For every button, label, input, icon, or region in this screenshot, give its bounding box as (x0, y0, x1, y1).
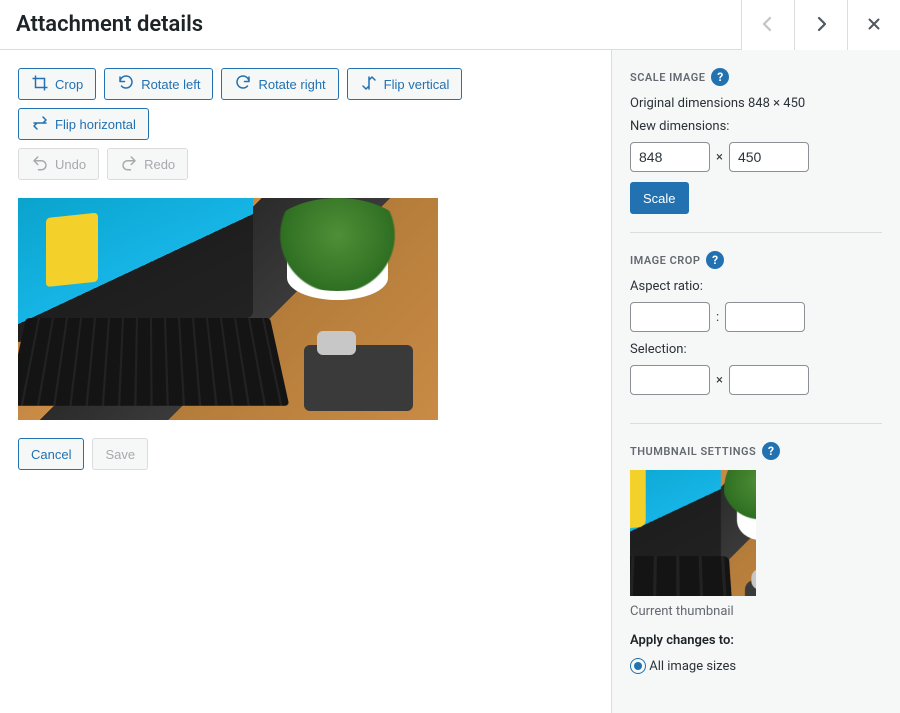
crop-section: IMAGE CROP ? Aspect ratio: : Selection: … (630, 251, 882, 424)
flip-horizontal-button[interactable]: Flip horizontal (18, 108, 149, 140)
editor-main: Crop Rotate left Rotate right Flip verti… (0, 50, 611, 713)
times-separator-2: × (716, 373, 723, 388)
scale-inputs: × (630, 142, 882, 172)
thumbnail-help-icon[interactable]: ? (762, 442, 780, 460)
apply-all-option[interactable]: All image sizes (630, 658, 882, 674)
dialog-header: Attachment details (0, 0, 900, 50)
rotate-right-icon (234, 74, 252, 95)
thumbnail-caption: Current thumbnail (630, 604, 882, 619)
close-icon (865, 15, 883, 36)
original-dimensions: Original dimensions 848 × 450 (630, 96, 882, 111)
flip-horizontal-icon (31, 114, 49, 135)
flip-vertical-icon (360, 74, 378, 95)
chevron-right-icon (811, 14, 831, 37)
undo-label: Undo (55, 157, 86, 172)
history-toolbar: Undo Redo (18, 148, 593, 180)
scale-heading: SCALE IMAGE (630, 71, 705, 84)
selection-inputs: × (630, 365, 882, 395)
scale-help-icon[interactable]: ? (711, 68, 729, 86)
header-nav (741, 0, 900, 49)
editor-actions: Cancel Save (18, 438, 593, 470)
flip-vertical-button[interactable]: Flip vertical (347, 68, 463, 100)
rotate-left-label: Rotate left (141, 77, 200, 92)
aspect-ratio-label: Aspect ratio: (630, 279, 882, 294)
image-preview[interactable] (18, 198, 438, 420)
colon-separator: : (716, 310, 719, 325)
apply-changes-label: Apply changes to: (630, 633, 882, 648)
redo-button: Redo (107, 148, 188, 180)
crop-label: Crop (55, 77, 83, 92)
cancel-button[interactable]: Cancel (18, 438, 84, 470)
crop-help-icon[interactable]: ? (706, 251, 724, 269)
edit-toolbar: Crop Rotate left Rotate right Flip verti… (18, 68, 593, 140)
redo-icon (120, 154, 138, 175)
rotate-right-label: Rotate right (258, 77, 325, 92)
image-placeholder (18, 198, 438, 420)
new-dimensions-label: New dimensions: (630, 119, 882, 134)
chevron-left-icon (758, 14, 778, 37)
flip-vertical-label: Flip vertical (384, 77, 450, 92)
next-button[interactable] (794, 0, 847, 50)
selection-width-input[interactable] (630, 365, 710, 395)
rotate-right-button[interactable]: Rotate right (221, 68, 338, 100)
scale-section: SCALE IMAGE ? Original dimensions 848 × … (630, 68, 882, 233)
dialog-title: Attachment details (0, 12, 203, 37)
apply-all-radio[interactable] (630, 658, 646, 674)
close-button[interactable] (847, 0, 900, 50)
redo-label: Redo (144, 157, 175, 172)
crop-icon (31, 74, 49, 95)
prev-button (741, 0, 794, 50)
aspect-inputs: : (630, 302, 882, 332)
crop-button[interactable]: Crop (18, 68, 96, 100)
apply-all-label: All image sizes (649, 659, 736, 674)
undo-button: Undo (18, 148, 99, 180)
scale-width-input[interactable] (630, 142, 710, 172)
crop-heading: IMAGE CROP (630, 254, 700, 267)
sidebar: SCALE IMAGE ? Original dimensions 848 × … (611, 50, 900, 713)
scale-height-input[interactable] (729, 142, 809, 172)
flip-horizontal-label: Flip horizontal (55, 117, 136, 132)
rotate-left-button[interactable]: Rotate left (104, 68, 213, 100)
aspect-width-input[interactable] (630, 302, 710, 332)
thumbnail-preview (630, 470, 756, 596)
scale-button[interactable]: Scale (630, 182, 689, 214)
rotate-left-icon (117, 74, 135, 95)
save-button: Save (92, 438, 148, 470)
undo-icon (31, 154, 49, 175)
times-separator: × (716, 150, 723, 165)
selection-label: Selection: (630, 342, 882, 357)
aspect-height-input[interactable] (725, 302, 805, 332)
thumbnail-heading: THUMBNAIL SETTINGS (630, 445, 756, 458)
thumbnail-section: THUMBNAIL SETTINGS ? Current thumbnail A… (630, 442, 882, 700)
selection-height-input[interactable] (729, 365, 809, 395)
